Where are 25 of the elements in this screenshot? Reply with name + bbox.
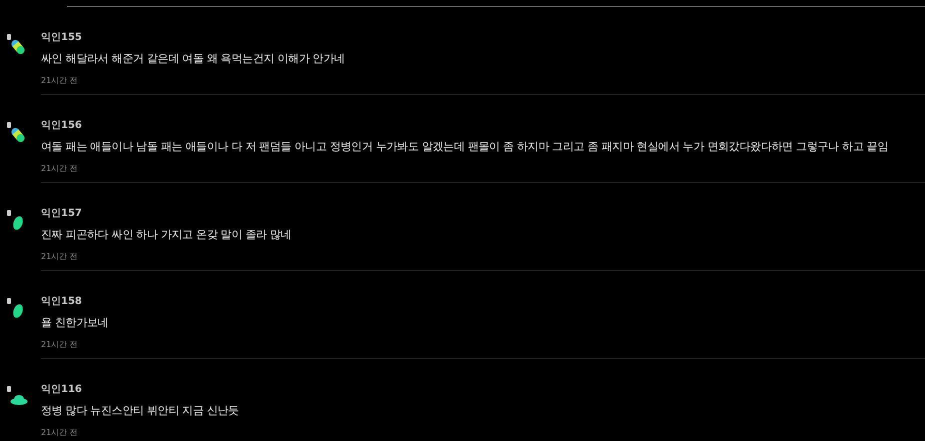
- pill-icon: [11, 214, 25, 232]
- comment-text: 싸인 해달라서 해준거 같은데 여돌 왜 욕먹는건지 이해가 안가네: [41, 51, 346, 67]
- timestamp: 21시간 전: [41, 251, 79, 263]
- phone-icon: [7, 386, 11, 392]
- phone-icon: [7, 298, 11, 304]
- timestamp: 21시간 전: [41, 427, 79, 439]
- pill-icon: [11, 302, 25, 320]
- author-name: 익인156: [41, 119, 83, 133]
- timestamp: 21시간 전: [41, 339, 79, 351]
- phone-icon: [7, 210, 11, 216]
- phone-icon: [7, 34, 11, 40]
- comment-text: 여돌 패는 애들이나 남돌 패는 애들이나 다 저 팬덤들 아니고 정병인거 누가봐도 알겠는데 팬몰이 좀 하지마 그리고 좀 패지마 현실에서 누가 면회갔다왔다하면 그렇구나 하고 끝임: [41, 139, 890, 155]
- author-name: 익인116: [41, 383, 83, 397]
- comment-text: 진짜 피곤하다 싸인 하나 가지고 온갖 말이 졸라 많네: [41, 227, 292, 243]
- hat-icon: [10, 394, 28, 406]
- author-name: 익인155: [41, 31, 83, 45]
- capsule-icon: [11, 126, 25, 144]
- author-name: 익인158: [41, 295, 83, 309]
- phone-icon: [7, 122, 11, 128]
- timestamp: 21시간 전: [41, 75, 79, 87]
- capsule-icon: [11, 38, 25, 56]
- timestamp: 21시간 전: [41, 163, 79, 175]
- comment-text: 욜 친한가보네: [41, 315, 110, 331]
- author-name: 익인157: [41, 207, 83, 221]
- comment-text: 정병 많다 뉴진스안티 뷔안티 지금 신난듯: [41, 403, 240, 419]
